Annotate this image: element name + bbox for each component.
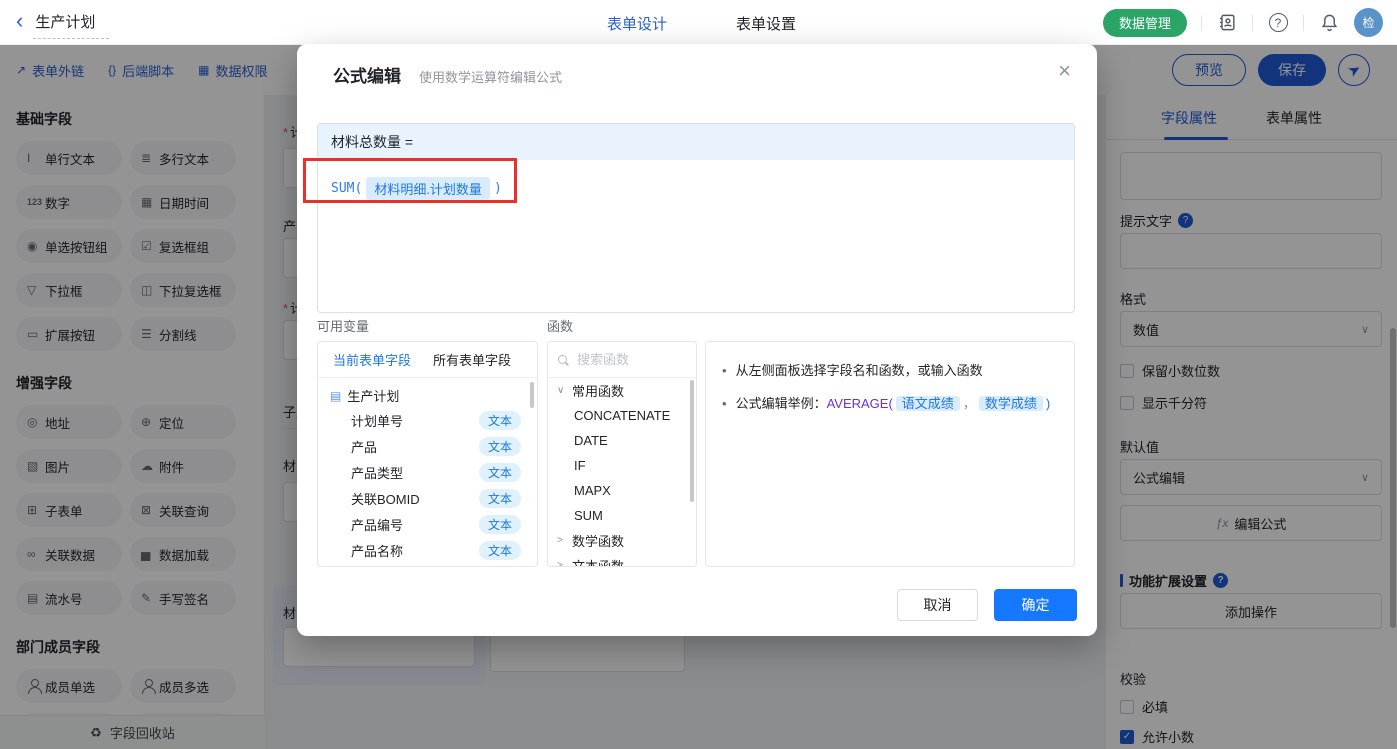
example-field-chip: 语文成绩 [895,396,960,411]
hint-panel: • 从左侧面板选择字段名和函数，或输入函数 • 公式编辑举例：AVERAGE(语… [705,341,1075,567]
functions-panel-label: 函数 [547,319,574,334]
type-badge: 文本 [478,540,521,560]
chevron-down-icon: ∨ [557,385,565,396]
function-search[interactable] [548,342,696,378]
modal-subtitle: 使用数学运算符编辑公式 [419,70,563,85]
functions-scrollbar[interactable] [690,380,694,502]
function-item[interactable]: CONCATENATE [548,403,696,428]
function-item[interactable]: DATE [548,428,696,453]
tab-form-settings[interactable]: 表单设置 [736,13,796,34]
tab-current-form-fields[interactable]: 当前表单字段 [333,350,411,369]
help-icon[interactable]: ? [1267,12,1289,34]
example-function: AVERAGE( [826,396,893,411]
formula-editor-area[interactable]: 材料总数量 = SUM( 材料明细.计划数量 ) [317,123,1075,313]
chevron-right-icon: > [557,535,563,546]
type-badge: 文本 [478,410,521,430]
page-title[interactable]: 生产计划 [33,11,110,39]
variable-row[interactable]: 产品类型 文本 [318,459,537,485]
notification-bell-icon[interactable] [1318,12,1340,34]
function-item[interactable]: IF [548,453,696,478]
variables-panel-label: 可用变量 [317,319,370,334]
bullet-icon: • [722,363,727,378]
document-icon: ▤ [330,388,342,403]
variables-tabs: 当前表单字段 所有表单字段 [318,342,537,378]
tab-form-design[interactable]: 表单设计 [607,13,667,34]
variable-row[interactable]: 产品编号 文本 [318,511,537,537]
function-group-common[interactable]: ∨ 常用函数 [548,378,696,403]
function-group-text[interactable]: > 文本函数 [548,553,696,567]
header-right-cluster: 数据管理 ? 检 [1102,0,1383,45]
search-icon [558,354,568,365]
functions-panel: ∨ 常用函数 CONCATENATE DATE IF MAPX SUM > 数学… [547,341,697,567]
function-search-input[interactable] [577,352,677,367]
type-badge: 文本 [478,436,521,456]
close-icon[interactable]: × [1058,58,1071,84]
chevron-right-icon: > [557,560,563,567]
variables-scrollbar[interactable] [530,382,534,408]
formula-target: 材料总数量 = [318,124,1074,160]
variable-row[interactable]: 关联BOMID 文本 [318,485,537,511]
modal-title: 公式编辑 [333,67,401,86]
type-badge: 文本 [478,514,521,534]
variables-panel: 当前表单字段 所有表单字段 ▤ 生产计划 计划单号 文本 产品 文本 产品类型 文本 … [317,341,538,567]
example-field-chip: 数学成绩 [978,396,1043,411]
type-badge: 文本 [478,462,521,482]
form-designer-app: ‹ 生产计划 表单设计 表单设置 数据管理 ? 检 ↗ 表单外链 {} 后端脚本… [0,0,1397,749]
variable-row[interactable]: 计划单号 文本 [318,407,537,433]
variable-row[interactable]: 产品 文本 [318,433,537,459]
cancel-button[interactable]: 取消 [897,589,978,621]
formula-editor-modal: 公式编辑 使用数学运算符编辑公式 × 材料总数量 = SUM( 材料明细.计划数… [297,44,1097,636]
tab-all-form-fields[interactable]: 所有表单字段 [433,350,511,369]
function-item[interactable]: MAPX [548,478,696,503]
back-icon[interactable]: ‹ [16,10,23,32]
divider [1201,14,1202,31]
divider [1303,14,1304,31]
variables-tree-root[interactable]: ▤ 生产计划 [318,378,537,407]
confirm-button[interactable]: 确定 [994,589,1077,621]
hint-line-2: • 公式编辑举例：AVERAGE(语文成绩，数学成绩) [722,394,1058,414]
user-avatar[interactable]: 检 [1354,8,1383,37]
type-badge: 文本 [478,488,521,508]
data-manage-button[interactable]: 数据管理 [1102,8,1187,37]
annotation-highlight-box [303,158,517,203]
divider [1252,14,1253,31]
top-header: ‹ 生产计划 表单设计 表单设置 数据管理 ? 检 [0,0,1397,45]
function-item[interactable]: SUM [548,503,696,528]
contacts-book-icon[interactable] [1216,12,1238,34]
function-group-math[interactable]: > 数学函数 [548,528,696,553]
hint-line-1: • 从左侧面板选择字段名和函数，或输入函数 [722,361,1058,381]
variable-row[interactable]: 产品名称 文本 [318,537,537,563]
bullet-icon: • [722,396,727,411]
